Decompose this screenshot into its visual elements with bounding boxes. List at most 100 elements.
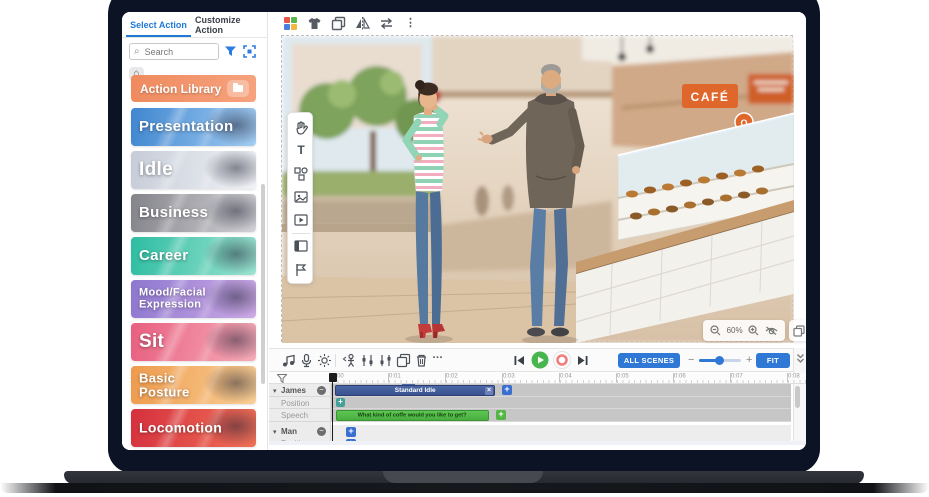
more-icon[interactable]: ⋮: [403, 16, 418, 31]
category-label: Business: [139, 205, 208, 221]
add-action-button[interactable]: +: [502, 385, 512, 395]
timeline-toolbar: … ALL SCENES − +: [269, 348, 806, 372]
duplicate-icon[interactable]: [331, 16, 346, 31]
laptop-base-shadow: [0, 483, 929, 493]
microphone-icon[interactable]: [299, 353, 314, 368]
tab-customize-action[interactable]: Customize Action: [195, 12, 268, 37]
audio-icon[interactable]: [281, 353, 296, 368]
category-tile[interactable]: Business: [131, 194, 256, 232]
category-tile[interactable]: Career: [131, 237, 256, 275]
adjust-icon-b[interactable]: [378, 353, 393, 368]
add-man-action-button[interactable]: +: [346, 427, 356, 437]
category-tile[interactable]: Sit: [131, 323, 256, 361]
toolbar-divider: [335, 354, 336, 367]
collapse-chevrons-icon[interactable]: [796, 353, 805, 364]
shirt-icon[interactable]: [307, 16, 322, 31]
timeline-scrollbar[interactable]: [795, 386, 800, 408]
video-tool-icon[interactable]: [293, 212, 309, 228]
ruler-tick: 0:01: [389, 373, 401, 379]
adjust-icon-a[interactable]: [360, 353, 375, 368]
add-position-key-button[interactable]: +: [336, 398, 345, 407]
layout-tool-icon[interactable]: [293, 238, 309, 254]
zoom-level: 60%: [727, 326, 743, 335]
track-group-man-bg: [331, 425, 791, 441]
category-label: Mood/Facial Expression: [139, 287, 219, 310]
category-tile[interactable]: Mood/Facial Expression: [131, 280, 256, 318]
category-tile[interactable]: Locomotion: [131, 409, 256, 447]
clip-close-button[interactable]: ×: [485, 387, 493, 395]
subrow-position: Position: [281, 399, 309, 408]
clip-speech[interactable]: What kind of coffe would you like to get…: [336, 410, 489, 421]
expand-icon[interactable]: [243, 45, 256, 58]
skip-end-button[interactable]: [575, 353, 590, 368]
james-remove-button[interactable]: −: [317, 386, 326, 395]
ruler-tick: 0:02: [446, 373, 458, 379]
row-divider: [269, 421, 791, 422]
flag-tool-icon[interactable]: [293, 262, 309, 278]
ruler-tick: 0:08: [788, 373, 800, 379]
tool-divider: [292, 233, 310, 234]
text-tool-icon[interactable]: T: [293, 143, 309, 159]
search-input[interactable]: [143, 46, 213, 58]
camera-eye-button[interactable]: [765, 325, 778, 336]
play-button[interactable]: [531, 351, 549, 369]
action-library-header[interactable]: Action Library: [131, 75, 256, 102]
delete-icon[interactable]: [414, 353, 429, 368]
man-collapse-chevron[interactable]: ▾: [273, 428, 277, 436]
zoom-in-button[interactable]: [748, 325, 759, 336]
tab-select-action[interactable]: Select Action: [122, 12, 195, 37]
viewport-toolbar: ⋮: [269, 15, 806, 33]
skip-start-button[interactable]: [512, 353, 527, 368]
action-library-label: Action Library: [140, 82, 221, 96]
tile-figure: [202, 323, 256, 361]
clip-label: Standard Idle: [395, 387, 436, 393]
man-remove-button[interactable]: −: [317, 427, 326, 436]
flip-icon[interactable]: [355, 16, 370, 31]
ruler-tick: 0:07: [731, 373, 743, 379]
group-tool-icon[interactable]: [293, 166, 309, 182]
fit-button[interactable]: FIT: [756, 353, 790, 368]
ruler-ticks: 0:000:010:020:030:040:050:060:070:08: [269, 373, 806, 384]
sidebar-scrollbar[interactable]: [261, 184, 265, 384]
swap-icon[interactable]: [379, 16, 394, 31]
duplicate-view-button[interactable]: [789, 320, 806, 341]
timeline-zoom-slider[interactable]: [699, 359, 741, 362]
timeline-zoom-out[interactable]: −: [688, 355, 694, 366]
playhead[interactable]: [332, 373, 334, 441]
filter-icon[interactable]: [224, 45, 237, 58]
speech-clip-label: What kind of coffe would you like to get…: [358, 413, 467, 419]
category-tile[interactable]: Basic Posture: [131, 366, 256, 404]
all-scenes-button[interactable]: ALL SCENES: [618, 353, 680, 368]
zoom-out-button[interactable]: [710, 325, 721, 336]
timeline-ruler[interactable]: 0:000:010:020:030:040:050:060:070:08: [269, 373, 806, 384]
timeline-zoom-in[interactable]: +: [746, 355, 752, 366]
category-tile[interactable]: Idle: [131, 151, 256, 189]
record-button[interactable]: [553, 351, 571, 369]
slider-thumb[interactable]: [715, 356, 724, 365]
more-options-icon[interactable]: …: [432, 349, 447, 364]
hand-tool-icon[interactable]: [293, 120, 309, 136]
ruler-tick: 0:06: [674, 373, 686, 379]
search-box[interactable]: ⌕: [129, 43, 219, 60]
row-divider: [269, 396, 791, 397]
copy-frames-icon: [793, 325, 805, 337]
search-row: ⌕: [122, 42, 268, 62]
track-name-james: James: [281, 386, 306, 395]
clip-standard-idle[interactable]: Standard Idle ×: [335, 385, 495, 396]
folder-icon: [227, 80, 249, 97]
image-tool-icon[interactable]: [293, 189, 309, 205]
ruler-tick: 0:05: [617, 373, 629, 379]
viewport-canvas[interactable]: CAFÉ Q: [281, 35, 793, 342]
color-grid-icon[interactable]: [283, 16, 298, 31]
motion-icon[interactable]: [342, 353, 357, 368]
svg-text:CAFÉ: CAFÉ: [691, 89, 730, 104]
bottom-strip: [269, 441, 806, 450]
ruler-tick: 0:03: [503, 373, 515, 379]
james-collapse-chevron[interactable]: ▾: [273, 387, 277, 395]
category-tile[interactable]: Presentation: [131, 108, 256, 146]
category-label: Presentation: [139, 119, 219, 135]
add-speech-button[interactable]: +: [496, 410, 506, 420]
search-icon: ⌕: [134, 47, 140, 57]
copy-keys-icon[interactable]: [396, 353, 411, 368]
light-icon[interactable]: [317, 353, 332, 368]
